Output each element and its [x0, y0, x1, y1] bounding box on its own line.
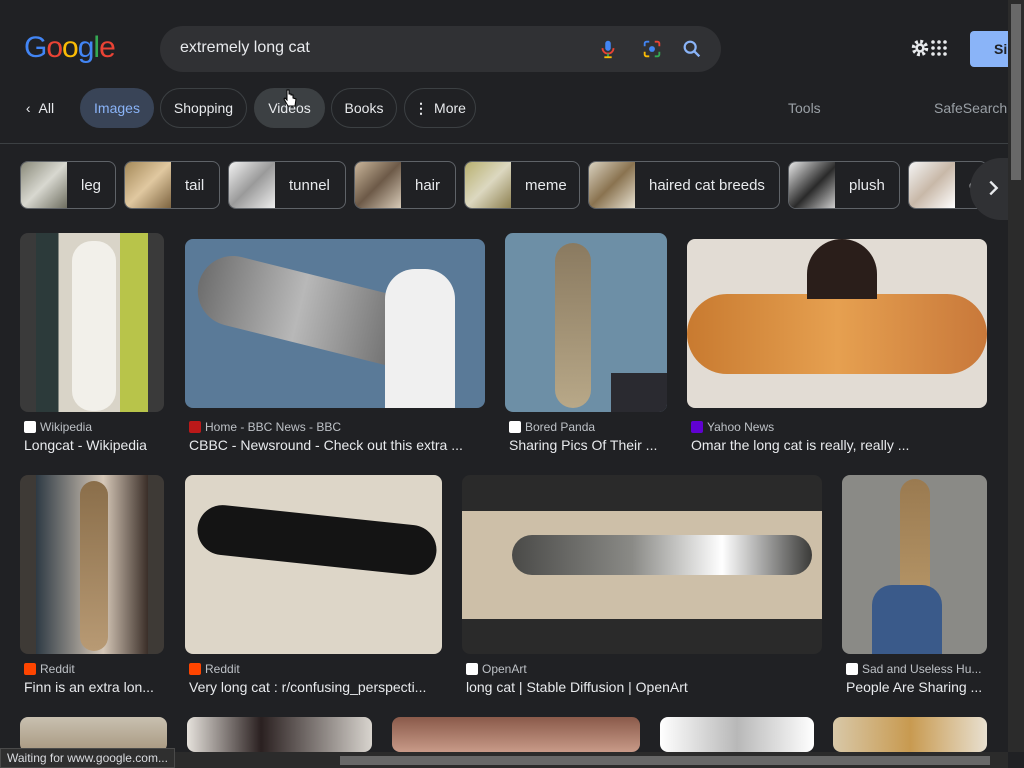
- chip-thumbnail: [125, 162, 171, 208]
- result-source[interactable]: Bored Panda: [509, 420, 595, 434]
- result-title[interactable]: Very long cat : r/confusing_perspecti...: [189, 679, 426, 695]
- result-image[interactable]: [187, 717, 372, 752]
- vertical-scrollbar-thumb[interactable]: [1011, 4, 1021, 180]
- result-title[interactable]: People Are Sharing ...: [846, 679, 982, 695]
- result-source[interactable]: Sad and Useless Hu...: [846, 662, 981, 676]
- tab-books[interactable]: Books: [331, 88, 397, 128]
- chip-label: tail: [185, 176, 205, 194]
- result-title[interactable]: Omar the long cat is really, really ...: [691, 437, 909, 453]
- microphone-icon[interactable]: [597, 38, 619, 60]
- result-source-label: Yahoo News: [707, 420, 775, 434]
- reddit-favicon-icon: [24, 663, 36, 675]
- result-source-label: Reddit: [40, 662, 75, 676]
- result-source-label: Bored Panda: [525, 420, 596, 434]
- result-source-label: Wikipedia: [40, 420, 93, 434]
- browser-status-bar: Waiting for www.google.com...: [0, 748, 175, 768]
- tab-label: Books: [344, 100, 384, 116]
- result-source[interactable]: Yahoo News: [691, 420, 774, 434]
- chip-label: tunnel: [289, 176, 330, 194]
- search-box[interactable]: [160, 26, 721, 72]
- search-input[interactable]: [180, 39, 580, 57]
- result-source[interactable]: Home - BBC News - BBC: [189, 420, 341, 434]
- tab-label: Images: [94, 100, 140, 116]
- yahoo-favicon-icon: [691, 421, 703, 433]
- google-logo[interactable]: Google: [24, 31, 116, 65]
- chip-haired-cat-breeds[interactable]: haired cat breeds: [588, 161, 780, 209]
- more-vert-icon: ⋮: [414, 99, 429, 116]
- result-image[interactable]: [687, 239, 987, 408]
- result-title[interactable]: Sharing Pics Of Their ...: [509, 437, 657, 453]
- bbc-favicon-icon: [189, 421, 201, 433]
- chip-label: hair: [415, 176, 441, 194]
- result-source-label: Home - BBC News - BBC: [205, 420, 342, 434]
- chip-thumbnail: [909, 162, 955, 208]
- chip-thumbnail: [465, 162, 511, 208]
- tab-more[interactable]: ⋮ More: [404, 88, 476, 128]
- chip-label: leg: [81, 176, 102, 194]
- result-source[interactable]: Reddit: [189, 662, 240, 676]
- result-image[interactable]: [462, 475, 822, 654]
- chevron-right-icon: [989, 180, 999, 196]
- chip-tail[interactable]: tail: [124, 161, 220, 209]
- chip-plush[interactable]: plush: [788, 161, 900, 209]
- safesearch-button[interactable]: SafeSearch: [934, 100, 1007, 116]
- result-source-label: Sad and Useless Hu...: [862, 662, 982, 676]
- chip-tunnel[interactable]: tunnel: [228, 161, 346, 209]
- bored-panda-favicon-icon: [509, 421, 521, 433]
- result-image[interactable]: [833, 717, 987, 752]
- result-image[interactable]: [20, 475, 164, 654]
- sad-and-useless-favicon-icon: [846, 663, 858, 675]
- chip-meme[interactable]: meme: [464, 161, 580, 209]
- chip-thumbnail: [355, 162, 401, 208]
- result-title[interactable]: long cat | Stable Diffusion | OpenArt: [466, 679, 688, 695]
- result-title[interactable]: Longcat - Wikipedia: [24, 437, 147, 453]
- chip-leg[interactable]: leg: [20, 161, 116, 209]
- chevron-left-icon: ‹: [25, 100, 31, 116]
- tab-all[interactable]: ‹ All: [16, 88, 64, 128]
- lens-icon[interactable]: [641, 38, 663, 60]
- chip-thumbnail: [21, 162, 67, 208]
- chip-label: haired cat breeds: [649, 176, 765, 194]
- chip-label: meme: [525, 176, 567, 194]
- horizontal-scrollbar-thumb[interactable]: [340, 756, 990, 765]
- reddit-favicon-icon: [189, 663, 201, 675]
- result-source-label: Reddit: [205, 662, 240, 676]
- settings-gear-icon[interactable]: [909, 37, 931, 59]
- tab-label: Shopping: [173, 100, 234, 116]
- result-image[interactable]: [660, 717, 814, 752]
- chip-thumbnail: [589, 162, 635, 208]
- result-image[interactable]: [505, 233, 667, 412]
- result-title[interactable]: Finn is an extra lon...: [24, 679, 154, 695]
- result-image[interactable]: [185, 239, 485, 408]
- result-source[interactable]: Reddit: [24, 662, 75, 676]
- apps-grid-icon[interactable]: [931, 40, 947, 56]
- tab-shopping[interactable]: Shopping: [160, 88, 247, 128]
- hand-cursor-icon: [283, 89, 297, 107]
- google-images-page: Google Si: [0, 0, 1024, 768]
- result-image[interactable]: [185, 475, 442, 654]
- wikipedia-favicon-icon: [24, 421, 36, 433]
- header-divider: [0, 143, 1008, 144]
- tab-label: More: [434, 100, 466, 116]
- chip-label: plush: [849, 176, 885, 194]
- chip-thumbnail: [789, 162, 835, 208]
- result-source-label: OpenArt: [482, 662, 527, 676]
- result-source[interactable]: OpenArt: [466, 662, 527, 676]
- result-image[interactable]: [20, 233, 164, 412]
- search-icon[interactable]: [681, 38, 703, 60]
- result-image[interactable]: [842, 475, 987, 654]
- result-source[interactable]: Wikipedia: [24, 420, 92, 434]
- tab-label: All: [38, 100, 55, 116]
- tools-button[interactable]: Tools: [788, 100, 821, 116]
- openart-favicon-icon: [466, 663, 478, 675]
- chip-thumbnail: [229, 162, 275, 208]
- result-image[interactable]: [20, 717, 167, 752]
- tab-images[interactable]: Images: [80, 88, 154, 128]
- result-image[interactable]: [392, 717, 640, 752]
- result-title[interactable]: CBBC - Newsround - Check out this extra …: [189, 437, 463, 453]
- chip-hair[interactable]: hair: [354, 161, 456, 209]
